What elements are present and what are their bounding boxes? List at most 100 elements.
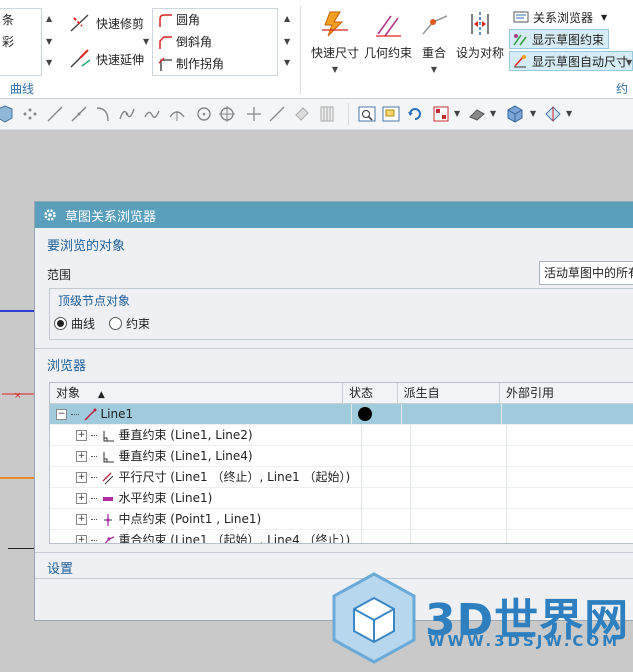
point-set-icon[interactable] [21, 105, 39, 123]
tree-row-child[interactable]: + 重合约束 (Line1 （起始）, Line4 （终止）) [50, 530, 633, 543]
tree-root-label: Line1 [100, 407, 134, 421]
show-constraints-icon [513, 34, 527, 46]
point-icon[interactable] [245, 105, 263, 123]
expand-toggle[interactable]: + [76, 514, 87, 525]
rapid-dimension-dropdown[interactable]: ▼ [332, 65, 338, 74]
show-sketch-auto-dimensions-toggle[interactable]: 显示草图自动尺寸 [509, 51, 633, 71]
pattern-icon[interactable] [293, 105, 311, 123]
show-auto-dimensions-icon [514, 55, 526, 68]
radio-curve-indicator [54, 317, 67, 330]
root-external-cell [502, 404, 633, 424]
fit-view-icon[interactable] [358, 105, 376, 123]
tree-row-root[interactable]: − Line1 [50, 404, 633, 425]
render-style-dropdown[interactable]: ▼ [454, 109, 460, 118]
arc-icon[interactable] [94, 105, 112, 123]
quick-extend-label: 快速延伸 [96, 52, 145, 67]
gallery-more-arrow[interactable]: ▼ [46, 58, 52, 67]
arc-line-icon[interactable] [70, 105, 88, 123]
scope-select[interactable]: 活动草图中的所有 [539, 261, 633, 285]
quick-extend-button[interactable]: 快速延伸 [68, 48, 144, 70]
rotate-icon[interactable] [406, 105, 424, 123]
line-icon[interactable] [46, 105, 64, 123]
quick-trim-button[interactable]: 快速修剪 [68, 12, 144, 34]
column-header-status[interactable]: 状态 [343, 383, 398, 403]
tree-row-child[interactable]: + 中点约束 (Point1 , Line1) [50, 509, 633, 530]
expand-toggle[interactable]: + [76, 430, 87, 441]
column-header-external-ref[interactable]: 外部引用 [500, 383, 633, 403]
radio-curve[interactable]: 曲线 [54, 315, 95, 332]
view-orientation-dropdown[interactable]: ▼ [490, 109, 496, 118]
expand-toggle[interactable]: + [76, 451, 87, 462]
partial-label-1[interactable]: 条 [2, 11, 14, 28]
watermark-url: WWW.3DSJW.COM [428, 632, 621, 650]
gear-icon [44, 209, 56, 221]
corner-scroll-down[interactable]: ▼ [284, 37, 290, 46]
browser-section-title[interactable]: 浏览器 [47, 355, 86, 374]
profile-icon[interactable] [0, 105, 14, 123]
derived-line-icon[interactable] [318, 105, 336, 123]
view-orientation-icon[interactable] [468, 105, 486, 123]
gallery-dropdown-arrow[interactable]: ▼ [46, 37, 52, 46]
rapid-dimension-button[interactable]: 快速尺寸 ▼ [311, 10, 359, 74]
sketch-line-orange[interactable] [0, 477, 34, 479]
radio-constraint[interactable]: 约束 [109, 315, 150, 332]
circle-center-icon[interactable] [218, 105, 236, 123]
group-label-curve: 曲线 [10, 82, 35, 96]
tree-row-child[interactable]: + 垂直约束 (Line1, Line4) [50, 446, 633, 467]
dialog-title-bar[interactable]: 草图关系浏览器 [35, 202, 633, 228]
render-style-icon[interactable] [432, 105, 450, 123]
tree-row-child[interactable]: + 垂直约束 (Line1, Line2) [50, 425, 633, 446]
perpendicular-constraint-icon [103, 430, 114, 441]
toolbar-separator [348, 103, 349, 125]
relations-browser-label: 关系浏览器 [533, 10, 594, 25]
trim-dropdown-arrow[interactable]: ▼ [143, 37, 149, 46]
coincident-button[interactable]: 重合 ▼ [418, 10, 450, 74]
relations-browser-dropdown[interactable]: ▼ [601, 13, 607, 22]
fillet-button[interactable]: 圆角 [158, 11, 200, 28]
shaded-cube-icon[interactable] [506, 105, 524, 123]
tree-row-child[interactable]: + 平行尺寸 (Line1 （终止）, Line1 （起始）) [50, 467, 633, 488]
corner-scroll-up[interactable]: ▲ [284, 14, 290, 23]
group-separator [300, 6, 301, 94]
child-label: 中点约束 (Point1 , Line1) [118, 512, 262, 526]
partial-label-2[interactable]: 彩 [2, 33, 14, 50]
coincident-dropdown[interactable]: ▼ [431, 65, 437, 74]
expand-toggle[interactable]: + [76, 472, 87, 483]
tree-header-row: 对象 ▲ 状态 派生自 外部引用 [50, 383, 633, 404]
corner-more[interactable]: ▼ [284, 58, 290, 67]
edit-section-icon[interactable] [544, 105, 562, 123]
expand-toggle[interactable]: + [76, 493, 87, 504]
tree-row-child[interactable]: + 水平约束 (Line1) [50, 488, 633, 509]
relations-tree-table: 对象 ▲ 状态 派生自 外部引用 − Line1 + 垂直约束 (Line1, … [49, 382, 633, 544]
top-level-node-group: 顶级节点对象 曲线 约束 [49, 288, 633, 340]
make-symmetric-button[interactable]: 设为对称 [456, 10, 504, 61]
fillet-label: 圆角 [176, 13, 201, 27]
column-header-object[interactable]: 对象 ▲ [50, 383, 343, 403]
child-label: 平行尺寸 (Line1 （终止）, Line1 （起始）) [118, 470, 351, 484]
constraint-group-scroll[interactable]: ▼ [626, 58, 632, 67]
top-level-node-label: 顶级节点对象 [58, 294, 131, 308]
spline-icon[interactable] [143, 105, 161, 123]
edit-section-dropdown[interactable]: ▼ [566, 109, 572, 118]
shaded-cube-dropdown[interactable]: ▼ [530, 109, 536, 118]
sketch-line-blue[interactable] [0, 310, 34, 312]
objects-section-title[interactable]: 要浏览的对象 [47, 235, 125, 254]
gallery-dropdown-arrow[interactable]: ▲ [46, 14, 52, 23]
studio-spline-icon[interactable] [118, 105, 136, 123]
fillet-icon [159, 13, 172, 27]
collapse-toggle[interactable]: − [56, 409, 67, 420]
zoom-window-icon[interactable] [382, 105, 400, 123]
offset-curve-icon[interactable] [268, 105, 286, 123]
conic-icon[interactable] [168, 105, 186, 123]
geometric-constraints-button[interactable]: 几何约束 [364, 10, 412, 61]
settings-section-title[interactable]: 设置 [47, 558, 73, 577]
expand-toggle[interactable]: + [76, 535, 87, 543]
datum-axis-marker[interactable]: × [2, 388, 34, 401]
chamfer-button[interactable]: 倒斜角 [158, 33, 212, 50]
sketch-line-dark[interactable] [8, 548, 34, 549]
relations-browser-button[interactable]: 关系浏览器 ▼ [511, 8, 609, 26]
show-sketch-constraints-toggle[interactable]: 显示草图约束 [509, 29, 610, 49]
circle-icon[interactable] [195, 105, 213, 123]
column-header-derived-from[interactable]: 派生自 [398, 383, 500, 403]
make-corner-button[interactable]: 制作拐角 [158, 55, 224, 72]
